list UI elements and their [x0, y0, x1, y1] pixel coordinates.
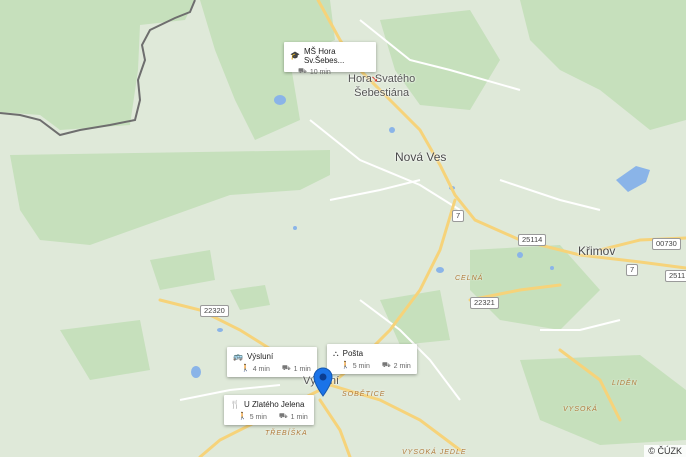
post-icon: ⛬	[333, 348, 339, 358]
poi-card-vysluni[interactable]: 🚌 Výsluní 🚶 4 min ⛟ 1 min	[227, 347, 317, 377]
locality-trebiska: TŘEBÍŠKA	[265, 430, 308, 437]
locality-vysoka-jedle: VYSOKÁ JEDLE	[402, 449, 467, 456]
restaurant-icon: 🍴	[230, 399, 240, 409]
poi-card-title: U Zlatého Jelena	[243, 400, 305, 409]
walk-icon: 🚶	[241, 365, 250, 372]
poi-drive-time: 1 min	[293, 365, 311, 373]
locality-vysoka: VYSOKÁ	[563, 406, 598, 413]
road-shield-22320: 22320	[200, 305, 229, 317]
locality-celna: CELNÁ	[455, 275, 484, 282]
poi-card-title: Výsluní	[246, 352, 274, 361]
poi-card-u-zlateho-jelena[interactable]: 🍴 U Zlatého Jelena 🚶 5 min ⛟ 1 min	[224, 395, 314, 425]
car-icon: ⛟	[281, 365, 291, 372]
poi-card-title: Pošta	[342, 349, 364, 358]
school-icon: 🎓	[290, 51, 300, 60]
poi-card-title: MŠ Hora Sv.Šebes...	[303, 47, 345, 65]
road-shield-7: 7	[452, 210, 465, 222]
poi-walk-time: 5 min	[249, 413, 267, 421]
road-shield-22321: 22321	[470, 297, 499, 309]
car-icon: ⛟	[381, 362, 391, 369]
map-canvas[interactable]: Hora Svatého Šebestiána Nová Ves Křimov …	[0, 0, 686, 457]
poi-drive-time: 10 min	[309, 68, 331, 76]
poi-walk-time: 5 min	[352, 362, 370, 370]
road-shield-2511: 2511	[665, 270, 686, 282]
poi-walk-time: 4 min	[252, 365, 270, 373]
road-shield-25114: 25114	[518, 234, 547, 246]
poi-card-posta[interactable]: ⛬ Pošta 🚶 5 min ⛟ 2 min	[327, 344, 417, 374]
location-pin-icon[interactable]	[312, 367, 334, 397]
map-attribution: © ČÚZK	[644, 445, 686, 457]
walk-icon: 🚶	[341, 362, 350, 369]
road-shield-00730: 00730	[652, 238, 681, 250]
poi-card-ms-hora[interactable]: 🎓 MŠ Hora Sv.Šebes... ⛟ 10 min	[284, 42, 376, 76]
bus-icon: 🚌	[233, 351, 243, 361]
locality-liden: LIDĚN	[612, 380, 638, 387]
car-icon: ⛟	[278, 413, 288, 420]
place-hora-svateho-sebestiana: Hora Svatého Šebestiána	[348, 73, 416, 99]
road-shield-7-east: 7	[626, 264, 639, 276]
poi-drive-time: 1 min	[290, 413, 308, 421]
walk-icon: 🚶	[238, 413, 247, 420]
poi-drive-time: 2 min	[393, 362, 411, 370]
car-icon: ⛟	[298, 68, 307, 75]
locality-sobetice: SOBĚTICE	[342, 391, 386, 398]
place-krimov: Křimov	[578, 244, 616, 258]
place-nova-ves: Nová Ves	[395, 150, 447, 164]
